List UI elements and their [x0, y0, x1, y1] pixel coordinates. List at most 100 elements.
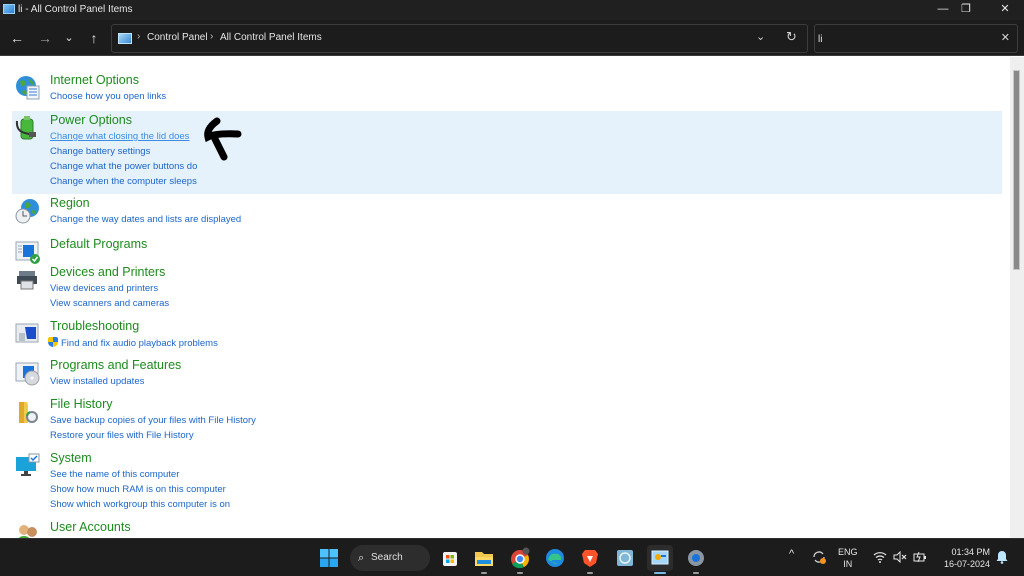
- item-internet-options: Internet Options Choose how you open lin…: [12, 71, 1002, 107]
- item-link[interactable]: Find and fix audio playback problems: [48, 337, 218, 349]
- item-heading[interactable]: Troubleshooting: [50, 319, 139, 333]
- taskbar-edge-icon[interactable]: [542, 545, 568, 571]
- show-hidden-icons-button[interactable]: ^: [789, 548, 794, 560]
- taskbar-chrome-icon[interactable]: [507, 545, 533, 574]
- taskbar-search-label: Search: [371, 552, 403, 563]
- power-options-icon: [15, 116, 36, 140]
- running-indicator: [587, 572, 593, 574]
- item-link[interactable]: Show how much RAM is on this computer: [50, 484, 226, 495]
- taskbar: ⌕ Search ^ ENG IN 01:34 PM 16-07-2024: [0, 538, 1024, 576]
- item-programs-features: Programs and Features View installed upd…: [12, 356, 1002, 392]
- system-icon: [16, 453, 40, 476]
- control-panel-app-icon: [3, 4, 15, 14]
- item-link[interactable]: Change battery settings: [50, 146, 150, 157]
- clock[interactable]: 01:34 PM 16-07-2024: [940, 546, 990, 570]
- region-code: IN: [843, 559, 853, 569]
- item-region: Region Change the way dates and lists ar…: [12, 194, 1002, 230]
- item-link[interactable]: View installed updates: [50, 376, 144, 387]
- running-indicator: [654, 572, 666, 574]
- taskbar-brave-icon[interactable]: [577, 545, 603, 574]
- time: 01:34 PM: [951, 547, 990, 557]
- title-bar: li - All Control Panel Items — ❐ ✕: [0, 0, 1024, 20]
- item-heading[interactable]: System: [50, 451, 92, 465]
- window-title: li - All Control Panel Items: [18, 4, 133, 15]
- control-panel-window: li - All Control Panel Items — ❐ ✕ ← → ⌄…: [0, 0, 1024, 538]
- clear-search-icon[interactable]: ✕: [1001, 31, 1010, 44]
- item-user-accounts: User Accounts: [12, 518, 1002, 538]
- scrollbar-thumb[interactable]: [1013, 70, 1020, 270]
- item-heading[interactable]: Power Options: [50, 113, 132, 127]
- item-heading[interactable]: Devices and Printers: [50, 265, 165, 279]
- breadcrumb-control-panel[interactable]: Control Panel: [147, 32, 208, 43]
- item-link[interactable]: View devices and printers: [50, 283, 158, 294]
- item-link[interactable]: Change when the computer sleeps: [50, 176, 197, 187]
- wifi-icon[interactable]: [873, 551, 887, 563]
- close-button[interactable]: ✕: [982, 0, 1024, 20]
- recent-locations-button[interactable]: ⌄: [59, 28, 79, 48]
- item-heading[interactable]: Default Programs: [50, 237, 147, 251]
- address-dropdown-icon[interactable]: ⌄: [756, 30, 765, 43]
- region-icon: [15, 199, 39, 224]
- item-link[interactable]: Restore your files with File History: [50, 430, 194, 441]
- uac-shield-icon: [48, 337, 58, 347]
- programs-features-icon: [15, 362, 40, 386]
- item-link[interactable]: Change what the power buttons do: [50, 161, 197, 172]
- item-link[interactable]: Show which workgroup this computer is on: [50, 499, 230, 510]
- breadcrumb-separator[interactable]: ›: [210, 31, 213, 42]
- battery-charging-icon[interactable]: [913, 550, 927, 564]
- notification-bell-icon[interactable]: [996, 550, 1008, 564]
- refresh-icon[interactable]: ↻: [786, 29, 797, 45]
- breadcrumb-separator[interactable]: ›: [137, 31, 140, 42]
- item-power-options: Power Options Change what closing the li…: [12, 111, 1002, 194]
- troubleshooting-icon: [15, 323, 39, 343]
- address-bar[interactable]: › Control Panel › All Control Panel Item…: [111, 24, 808, 53]
- item-link[interactable]: Choose how you open links: [50, 91, 166, 102]
- navigation-toolbar: ← → ⌄ ↑ › Control Panel › All Control Pa…: [0, 20, 1024, 56]
- item-system: System See the name of this computer Sho…: [12, 449, 1002, 513]
- internet-options-icon: [16, 76, 40, 100]
- up-button[interactable]: ↑: [84, 28, 104, 48]
- search-box[interactable]: ✕: [814, 24, 1018, 53]
- taskbar-control-panel-icon[interactable]: [647, 545, 673, 574]
- search-icon: ⌕: [358, 552, 365, 564]
- item-devices-printers: Devices and Printers View devices and pr…: [12, 263, 1002, 313]
- file-history-icon: [19, 402, 38, 423]
- running-indicator: [481, 572, 487, 574]
- item-heading[interactable]: Programs and Features: [50, 358, 181, 372]
- sync-status-icon[interactable]: [811, 549, 827, 565]
- item-heading[interactable]: File History: [50, 397, 113, 411]
- taskbar-store-icon[interactable]: [437, 545, 463, 571]
- running-indicator: [693, 572, 699, 574]
- taskbar-app-icon[interactable]: [612, 545, 638, 571]
- default-programs-icon: [15, 241, 40, 264]
- date: 16-07-2024: [943, 559, 990, 569]
- item-heading[interactable]: Region: [50, 196, 90, 210]
- annotation-arrow-icon: [204, 117, 242, 161]
- item-link[interactable]: Change what closing the lid does: [50, 131, 189, 142]
- breadcrumb-all-items[interactable]: All Control Panel Items: [220, 32, 322, 43]
- item-file-history: File History Save backup copies of your …: [12, 395, 1002, 445]
- item-link[interactable]: View scanners and cameras: [50, 298, 169, 309]
- volume-muted-icon[interactable]: [893, 551, 907, 563]
- running-indicator: [517, 572, 523, 574]
- item-link[interactable]: Change the way dates and lists are displ…: [50, 214, 241, 225]
- item-heading[interactable]: User Accounts: [50, 520, 131, 534]
- taskbar-search-button[interactable]: ⌕ Search: [350, 545, 430, 571]
- language-indicator[interactable]: ENG IN: [838, 546, 858, 570]
- item-troubleshooting: Troubleshooting Find and fix audio playb…: [12, 317, 1002, 353]
- item-link-text[interactable]: Find and fix audio playback problems: [61, 338, 218, 349]
- item-default-programs: Default Programs: [12, 235, 1002, 264]
- item-heading[interactable]: Internet Options: [50, 73, 139, 87]
- control-panel-location-icon: [118, 33, 132, 44]
- back-button[interactable]: ←: [7, 28, 27, 48]
- devices-printers-icon: [17, 271, 37, 290]
- start-button[interactable]: [316, 545, 342, 571]
- taskbar-file-explorer-icon[interactable]: [471, 545, 497, 574]
- taskbar-settings-icon[interactable]: [683, 545, 709, 574]
- search-input[interactable]: [818, 29, 988, 49]
- item-link[interactable]: See the name of this computer: [50, 469, 179, 480]
- vertical-scrollbar[interactable]: [1010, 57, 1024, 538]
- forward-button[interactable]: →: [35, 28, 55, 48]
- item-link[interactable]: Save backup copies of your files with Fi…: [50, 415, 256, 426]
- user-accounts-icon: [18, 525, 37, 538]
